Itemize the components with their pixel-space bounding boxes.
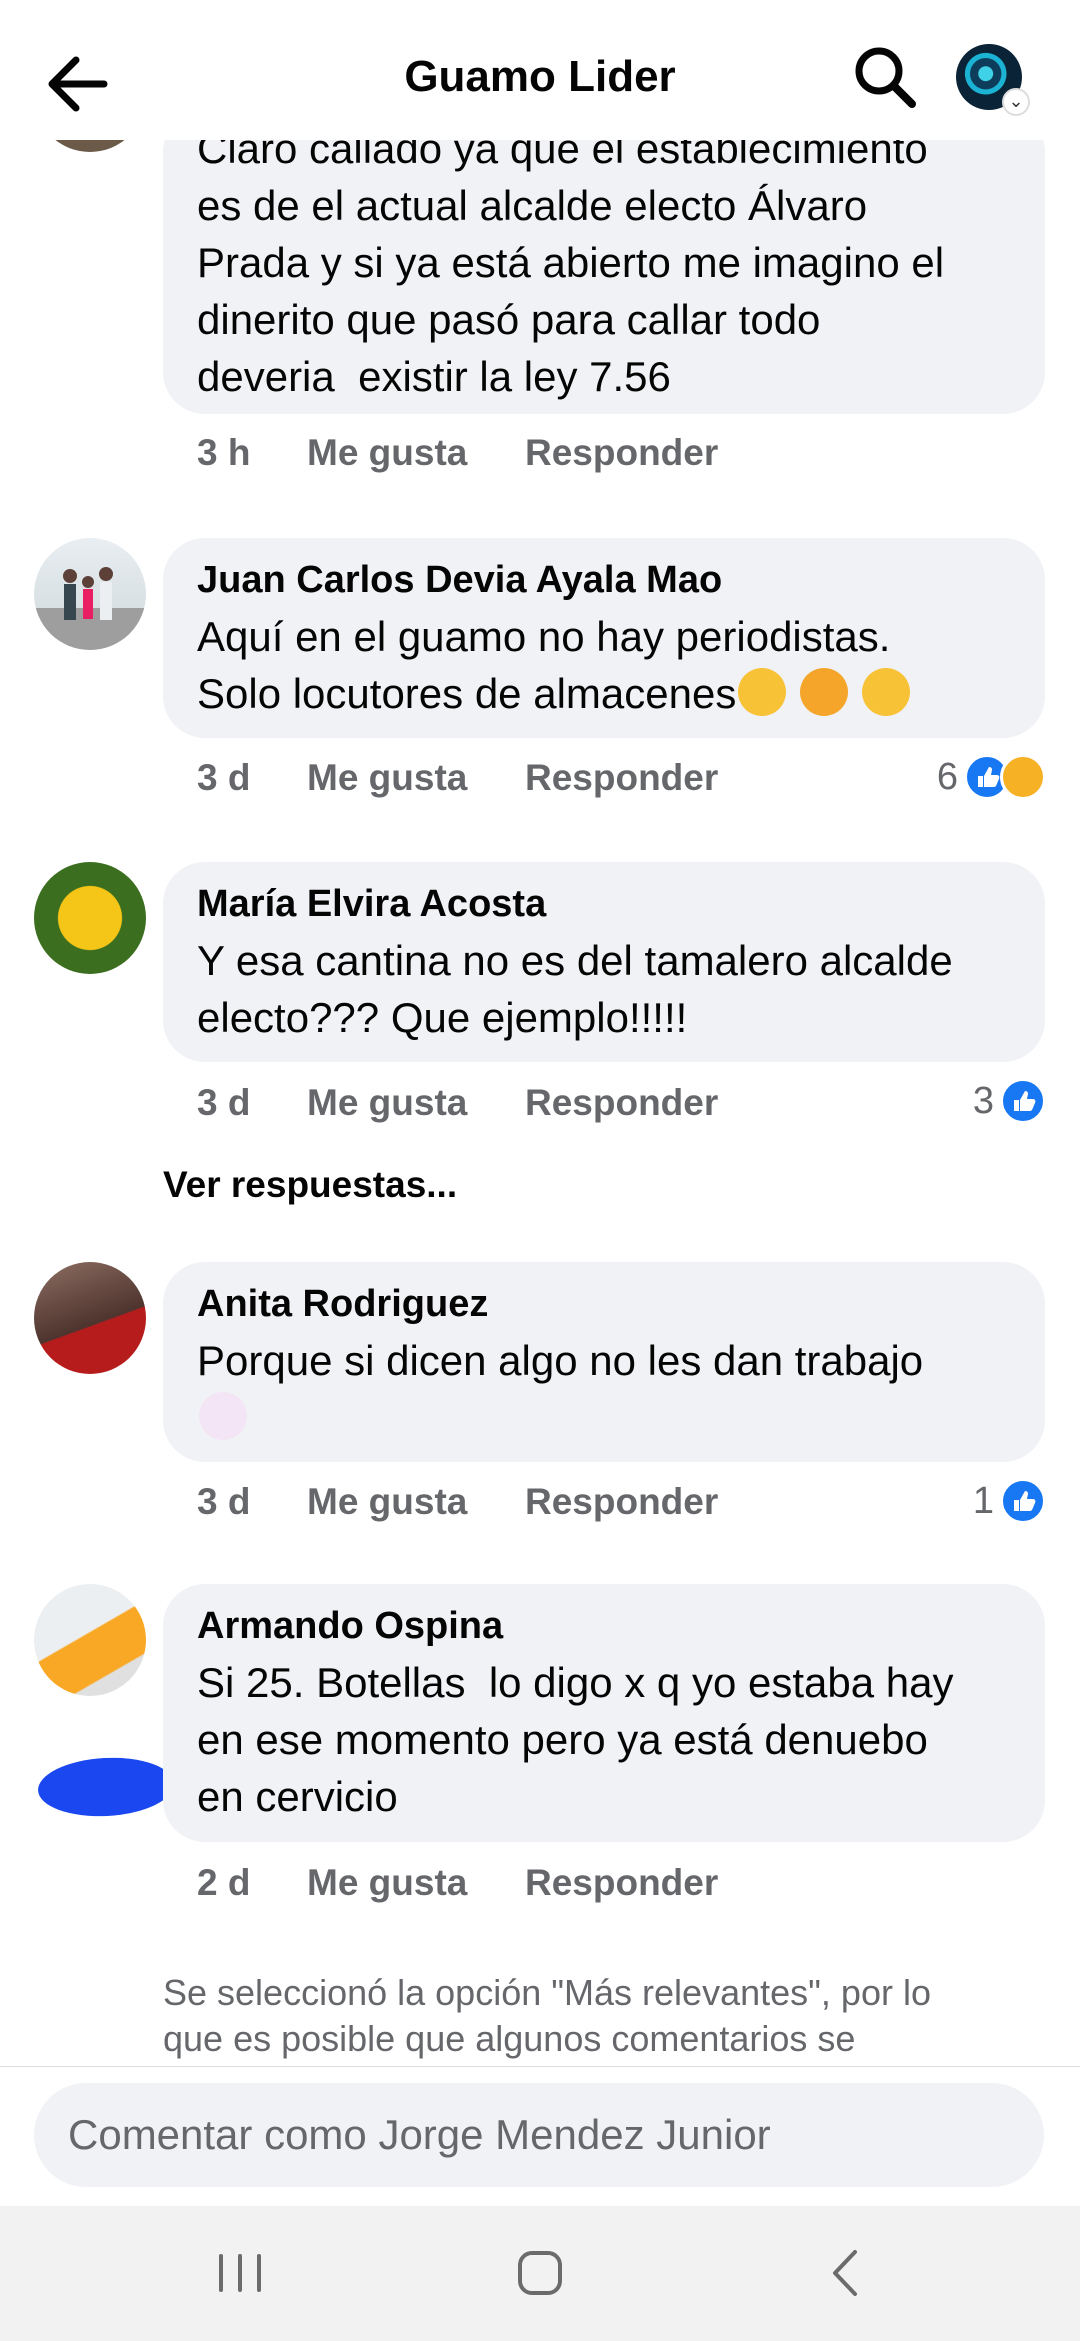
like-icon [1000, 1078, 1046, 1124]
reply-button[interactable]: Responder [525, 1481, 718, 1523]
avatar[interactable] [34, 862, 146, 974]
thinking-face-emoji [738, 668, 787, 716]
reply-button[interactable]: Responder [525, 757, 718, 799]
reaction-summary[interactable]: 1 [973, 1478, 1046, 1530]
chevron-down-icon: ⌄ [1002, 88, 1030, 116]
comment-text: Aquí en el guamo no hay periodistas. Sol… [197, 613, 891, 717]
avatar-photo-icon [34, 567, 146, 650]
comment-author[interactable]: María Elvira Acosta [197, 876, 1011, 932]
reply-button[interactable]: Responder [525, 432, 718, 474]
comment-author[interactable]: Armando Ospina [197, 1598, 1011, 1654]
reply-button[interactable]: Responder [525, 1862, 718, 1904]
search-icon [855, 47, 916, 108]
home-icon [518, 2251, 562, 2295]
shrugging-woman-emoji [199, 1392, 247, 1440]
reaction-count: 3 [972, 1080, 994, 1122]
recent-apps-button[interactable] [195, 2238, 285, 2308]
profile-switch-button[interactable]: ⌄ [956, 44, 1030, 116]
like-button[interactable]: Me gusta [307, 1862, 467, 1904]
avatar[interactable] [34, 538, 146, 650]
recent-apps-icon [219, 2254, 261, 2292]
zipper-mouth-emoji [861, 668, 910, 716]
like-button[interactable]: Me gusta [307, 1481, 467, 1523]
avatar[interactable] [34, 1262, 146, 1374]
comment-bubble: Claro callado ya que el establecimiento … [163, 110, 1045, 414]
comment-input[interactable] [34, 2083, 1044, 2187]
like-button[interactable]: Me gusta [307, 1082, 467, 1124]
comment-bubble: Anita Rodriguez Porque si dicen algo no … [163, 1262, 1045, 1462]
reaction-count: 6 [936, 756, 958, 798]
comment-bubble: María Elvira Acosta Y esa cantina no es … [163, 862, 1045, 1062]
comment-time[interactable]: 3 d [197, 1481, 250, 1523]
comment-text: Si 25. Botellas lo digo x q yo estaba ha… [197, 1659, 954, 1820]
comment-author[interactable]: Juan Carlos Devia Ayala Mao [197, 552, 1011, 608]
like-button[interactable]: Me gusta [307, 432, 467, 474]
page-title: Guamo Lider [404, 52, 676, 101]
like-icon [1000, 1478, 1046, 1524]
comment-bubble: Armando Ospina Si 25. Botellas lo digo x… [163, 1584, 1045, 1842]
comment-composer [0, 2066, 1080, 2207]
comment-bubble: Juan Carlos Devia Ayala Mao Aquí en el g… [163, 538, 1045, 738]
see-replies-link[interactable]: Ver respuestas... [163, 1164, 457, 1206]
comment-time[interactable]: 3 d [197, 1082, 250, 1124]
system-nav-bar [0, 2206, 1080, 2341]
system-back-icon [833, 2250, 857, 2296]
haha-icon [1000, 754, 1046, 800]
search-button[interactable] [852, 44, 918, 110]
redaction-mark [36, 1754, 176, 1820]
app-header: Guamo Lider ⌄ [0, 14, 1080, 140]
reaction-summary[interactable]: 6 [937, 754, 1046, 806]
comment-time[interactable]: 3 h [197, 432, 250, 474]
avatar[interactable] [34, 1584, 146, 1696]
home-button[interactable] [495, 2238, 585, 2308]
comment-text: Porque si dicen algo no les dan trabajo [197, 1337, 924, 1384]
reaction-summary[interactable]: 3 [973, 1078, 1046, 1130]
system-back-button[interactable] [800, 2238, 890, 2308]
like-button[interactable]: Me gusta [307, 757, 467, 799]
comment-text: Claro callado ya que el establecimiento … [197, 125, 945, 400]
comment-author[interactable]: Anita Rodriguez [197, 1276, 1011, 1332]
comment-time[interactable]: 2 d [197, 1862, 250, 1904]
reaction-count: 1 [972, 1480, 994, 1522]
reply-button[interactable]: Responder [525, 1082, 718, 1124]
relevance-notice: Se seleccionó la opción "Más relevantes"… [163, 1972, 931, 2059]
tears-of-joy-emoji [800, 668, 848, 716]
comment-time[interactable]: 3 d [197, 757, 250, 799]
comment-text: Y esa cantina no es del tamalero alcalde… [197, 937, 953, 1041]
comments-list[interactable]: Claro callado ya que el establecimiento … [0, 0, 1080, 2066]
